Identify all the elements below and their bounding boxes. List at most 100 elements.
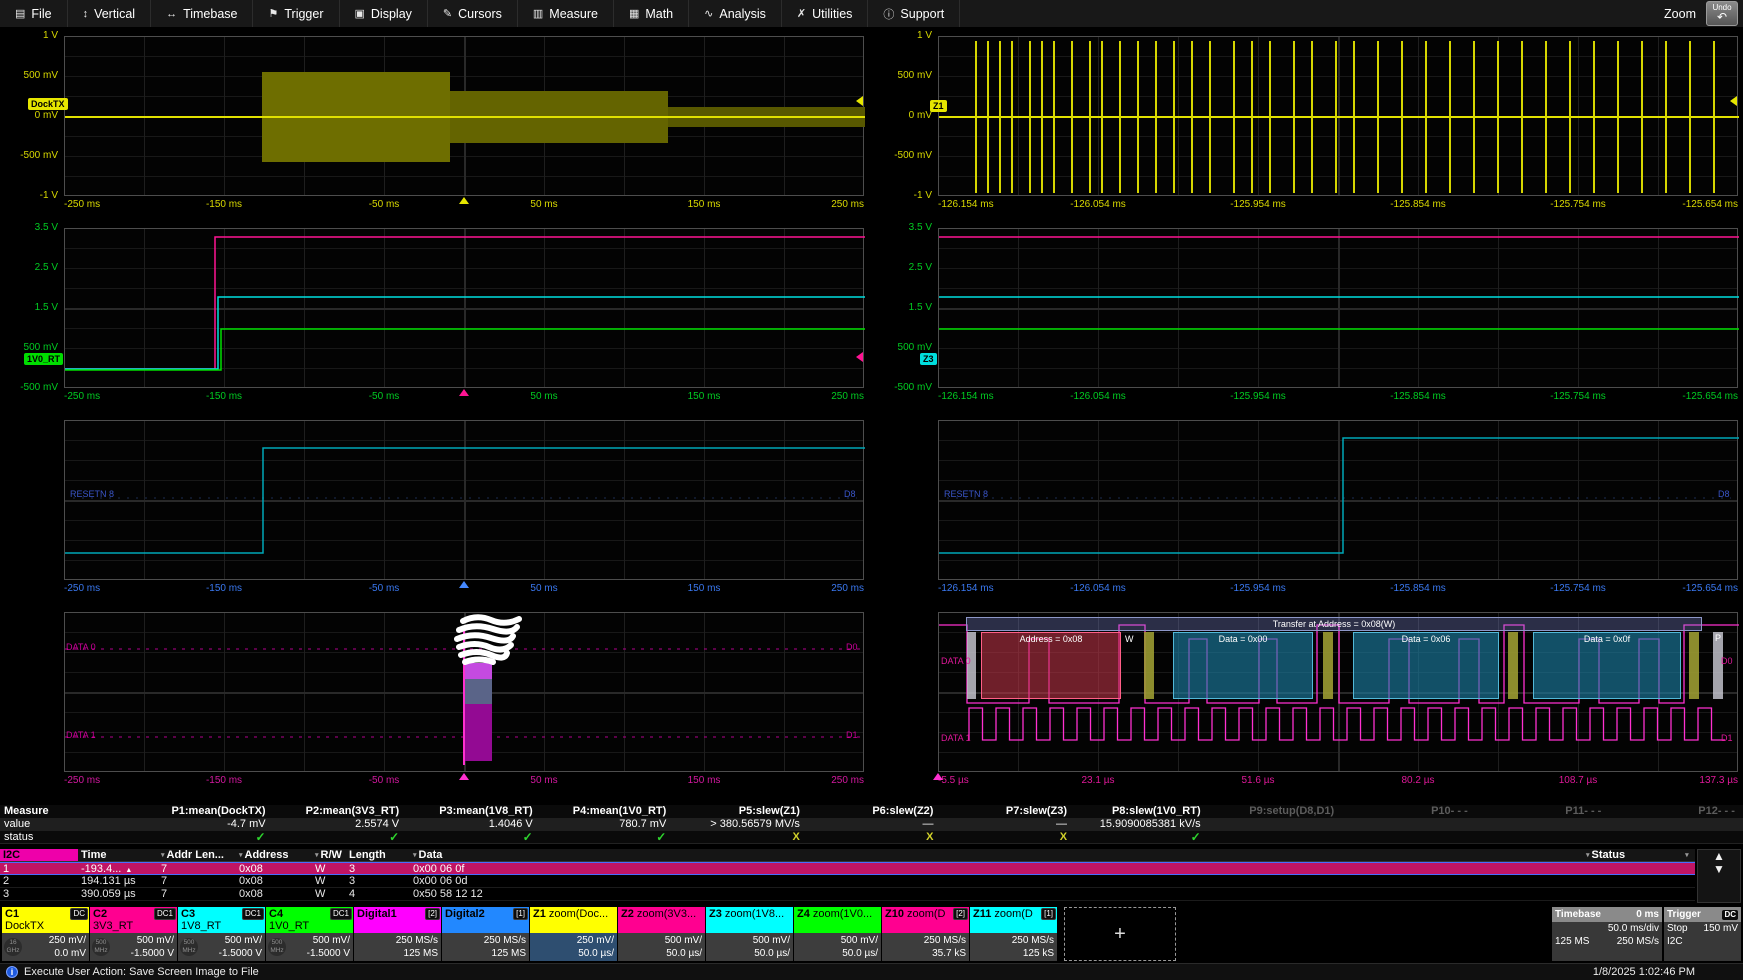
measure-param-header[interactable]: P12- - - xyxy=(1609,805,1743,818)
grid-resetn[interactable] xyxy=(64,420,864,580)
trace-settings[interactable]: 500 mV/50.0 µs/ xyxy=(794,933,881,961)
sort-arrow-icon[interactable]: ▾ xyxy=(1685,852,1689,859)
trigger-box[interactable]: Trigger DC Stop 150 mV I2C xyxy=(1664,907,1741,961)
trace-settings[interactable]: 500 mV/-1.5000 V500MHz xyxy=(90,933,177,961)
grid-i2c-decode[interactable]: Transfer at Address = 0x08(W) Address = … xyxy=(938,612,1738,772)
trace-header[interactable]: Z4zoom(1V0... xyxy=(794,907,881,933)
i2c-column-header[interactable]: ▾Data xyxy=(410,849,1583,861)
timebase-box[interactable]: Timebase 0 ms 50.0 ms/div 125 MS 250 MS/… xyxy=(1552,907,1662,961)
trace-settings[interactable]: 500 mV/-1.5000 V500MHz xyxy=(178,933,265,961)
i2c-column-header[interactable]: ▾R/W xyxy=(312,849,346,861)
menu-item-display[interactable]: ▣Display xyxy=(340,0,428,27)
measure-param-header[interactable]: P5:slew(Z1) xyxy=(674,805,808,818)
i2c-bus-label[interactable]: I2C xyxy=(0,849,78,861)
measure-param-header[interactable]: P6:slew(Z2) xyxy=(808,805,942,818)
trace-settings[interactable]: 500 mV/50.0 µs/ xyxy=(706,933,793,961)
measure-param-header[interactable]: P11- - - xyxy=(1476,805,1610,818)
trace-header[interactable]: Digital1[2] xyxy=(354,907,441,933)
trace-settings[interactable]: 250 MS/s125 MS xyxy=(354,933,441,961)
grid-rails-zoom[interactable] xyxy=(938,228,1738,388)
i2c-column-header[interactable]: Length xyxy=(346,849,410,861)
trace-settings[interactable]: 250 MS/s35.7 kS xyxy=(882,933,969,961)
trace-header[interactable]: Z1zoom(Doc... xyxy=(530,907,617,933)
channel-chip-docktx[interactable]: DockTX xyxy=(28,98,68,110)
trace-descriptor-z1[interactable]: Z1zoom(Doc...250 mV/50.0 µs/ xyxy=(530,907,617,961)
channel-chip-1v0[interactable]: 1V0_RT xyxy=(24,353,63,365)
menu-item-vertical[interactable]: ↕Vertical xyxy=(68,0,152,27)
menu-item-measure[interactable]: ▥Measure xyxy=(518,0,614,27)
menu-item-timebase[interactable]: ↔Timebase xyxy=(151,0,253,27)
measure-param-header[interactable]: P9:setup(D8,D1) xyxy=(1209,805,1343,818)
trigger-position-marker[interactable] xyxy=(933,773,943,780)
channel-chip-z1[interactable]: Z1 xyxy=(930,100,947,112)
trace-descriptor-z4[interactable]: Z4zoom(1V0...500 mV/50.0 µs/ xyxy=(794,907,881,961)
measure-param-header[interactable]: P7:slew(Z3) xyxy=(941,805,1075,818)
trace-descriptor-z2[interactable]: Z2zoom(3V3...500 mV/50.0 µs/ xyxy=(618,907,705,961)
trace-header[interactable]: C23V3_RTDC1 xyxy=(90,907,177,933)
menu-item-analysis[interactable]: ∿Analysis xyxy=(689,0,782,27)
i2c-table-scrollbar[interactable]: ▲ ▼ xyxy=(1697,849,1741,903)
trace-settings[interactable]: 250 MS/s125 MS xyxy=(442,933,529,961)
trace-header[interactable]: C1DockTXDC xyxy=(2,907,89,933)
trace-descriptor-c1[interactable]: C1DockTXDC250 mV/0.0 mV16GHz xyxy=(2,907,89,961)
trace-header[interactable]: C31V8_RTDC1 xyxy=(178,907,265,933)
trace-settings[interactable]: 250 MS/s125 kS xyxy=(970,933,1057,961)
measure-param-header[interactable]: P4:mean(1V0_RT) xyxy=(541,805,675,818)
measure-param-header[interactable]: P3:mean(1V8_RT) xyxy=(407,805,541,818)
trigger-position-marker[interactable] xyxy=(459,773,469,780)
sort-arrow-icon[interactable]: ▾ xyxy=(315,852,319,859)
grid-rails[interactable] xyxy=(64,228,864,388)
trace-descriptor-c2[interactable]: C23V3_RTDC1500 mV/-1.5000 V500MHz xyxy=(90,907,177,961)
grid-z1[interactable] xyxy=(938,36,1738,196)
i2c-table-row[interactable]: 2194.131 µs70x08W30x00 06 0d xyxy=(0,875,1695,888)
i2c-column-header[interactable]: Time xyxy=(78,849,158,861)
trigger-position-marker[interactable] xyxy=(459,197,469,204)
trace-descriptor-digital2[interactable]: Digital2[1]250 MS/s125 MS xyxy=(442,907,529,961)
menu-item-cursors[interactable]: ✎Cursors xyxy=(428,0,518,27)
menu-item-math[interactable]: ▦Math xyxy=(614,0,689,27)
trace-settings[interactable]: 250 mV/50.0 µs/ xyxy=(530,933,617,961)
trace-descriptor-c3[interactable]: C31V8_RTDC1500 mV/-1.5000 V500MHz xyxy=(178,907,265,961)
trace-header[interactable]: Z10zoom(D[2] xyxy=(882,907,969,933)
i2c-column-header[interactable]: ▾Status▾ xyxy=(1583,849,1695,861)
measure-param-header[interactable]: P1:mean(DockTX) xyxy=(140,805,274,818)
trace-header[interactable]: C41V0_RTDC1 xyxy=(266,907,353,933)
trace-header[interactable]: Z2zoom(3V3... xyxy=(618,907,705,933)
menu-item-trigger[interactable]: ⚑Trigger xyxy=(253,0,339,27)
sort-arrow-icon[interactable]: ▾ xyxy=(161,852,165,859)
trigger-position-marker[interactable] xyxy=(459,389,469,396)
trigger-level-marker[interactable] xyxy=(1730,96,1737,106)
trigger-level-marker[interactable] xyxy=(856,96,863,106)
sort-arrow-icon[interactable]: ▾ xyxy=(1586,852,1590,859)
i2c-table-row[interactable]: 1-193.4...▲70x08W30x00 06 0f xyxy=(0,862,1695,875)
trace-descriptor-z11[interactable]: Z11zoom(D[1]250 MS/s125 kS xyxy=(970,907,1057,961)
trace-descriptor-z3[interactable]: Z3zoom(1V8...500 mV/50.0 µs/ xyxy=(706,907,793,961)
measure-param-header[interactable]: P2:mean(3V3_RT) xyxy=(274,805,408,818)
trace-descriptor-c4[interactable]: C41V0_RTDC1500 mV/-1.5000 V500MHz xyxy=(266,907,353,961)
grid-digital[interactable] xyxy=(64,612,864,772)
i2c-table-row[interactable]: 3390.059 µs70x08W40x50 58 12 12 xyxy=(0,888,1695,901)
channel-chip-z3[interactable]: Z3 xyxy=(920,353,937,365)
grid-resetn-zoom[interactable] xyxy=(938,420,1738,580)
trace-header[interactable]: Z11zoom(D[1] xyxy=(970,907,1057,933)
menu-item-utilities[interactable]: ✗Utilities xyxy=(782,0,869,27)
trace-settings[interactable]: 500 mV/-1.5000 V500MHz xyxy=(266,933,353,961)
i2c-column-header[interactable]: ▾Address xyxy=(236,849,312,861)
trace-header[interactable]: Z3zoom(1V8... xyxy=(706,907,793,933)
menu-item-file[interactable]: ▤File xyxy=(0,0,68,27)
add-trace-button[interactable]: + xyxy=(1064,907,1176,961)
trigger-level-marker[interactable] xyxy=(856,352,863,362)
scroll-down-icon[interactable]: ▼ xyxy=(1698,863,1740,876)
grid-docktx[interactable] xyxy=(64,36,864,196)
sort-arrow-icon[interactable]: ▾ xyxy=(413,852,417,859)
i2c-column-header[interactable]: ▾Addr Len... xyxy=(158,849,236,861)
menu-item-support[interactable]: ⓘSupport xyxy=(868,0,960,27)
undo-button[interactable]: Undo ↶ xyxy=(1706,1,1738,26)
trace-descriptor-digital1[interactable]: Digital1[2]250 MS/s125 MS xyxy=(354,907,441,961)
measure-param-header[interactable]: P8:slew(1V0_RT) xyxy=(1075,805,1209,818)
trace-settings[interactable]: 500 mV/50.0 µs/ xyxy=(618,933,705,961)
sort-arrow-icon[interactable]: ▾ xyxy=(239,852,243,859)
trace-header[interactable]: Digital2[1] xyxy=(442,907,529,933)
trace-descriptor-z10[interactable]: Z10zoom(D[2]250 MS/s35.7 kS xyxy=(882,907,969,961)
measure-param-header[interactable]: P10- - - xyxy=(1342,805,1476,818)
